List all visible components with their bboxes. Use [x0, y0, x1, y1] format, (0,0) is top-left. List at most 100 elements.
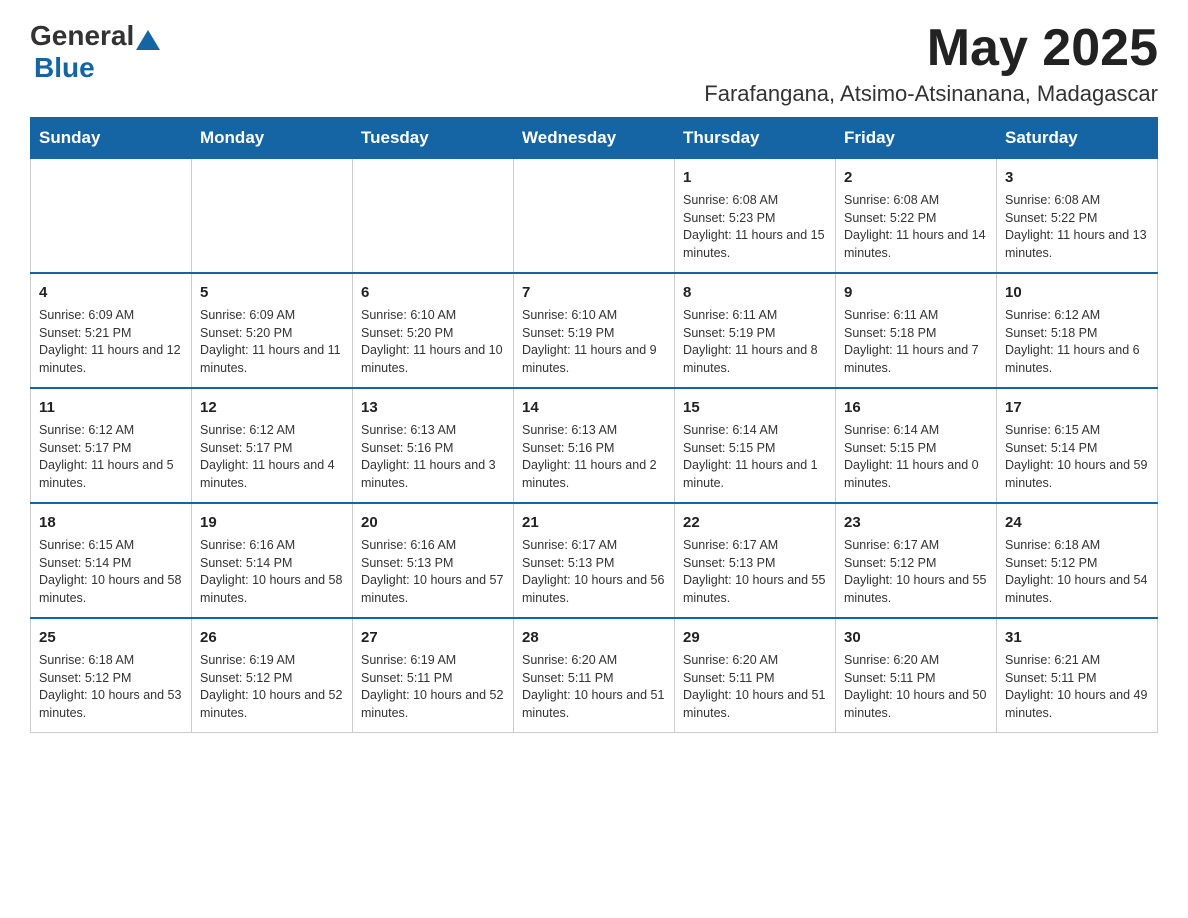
logo-flag-icon [136, 30, 160, 50]
day-number: 10 [1005, 282, 1149, 303]
calendar-cell [31, 159, 192, 274]
day-info: Sunrise: 6:08 AMSunset: 5:22 PMDaylight:… [844, 192, 988, 262]
day-info: Sunrise: 6:10 AMSunset: 5:19 PMDaylight:… [522, 307, 666, 377]
calendar-cell: 16Sunrise: 6:14 AMSunset: 5:15 PMDayligh… [836, 388, 997, 503]
day-info: Sunrise: 6:19 AMSunset: 5:11 PMDaylight:… [361, 652, 505, 722]
day-info: Sunrise: 6:11 AMSunset: 5:18 PMDaylight:… [844, 307, 988, 377]
day-info: Sunrise: 6:13 AMSunset: 5:16 PMDaylight:… [522, 422, 666, 492]
day-info: Sunrise: 6:21 AMSunset: 5:11 PMDaylight:… [1005, 652, 1149, 722]
week-row-2: 4Sunrise: 6:09 AMSunset: 5:21 PMDaylight… [31, 273, 1158, 388]
calendar-cell: 30 Sunrise: 6:20 AMSunset: 5:11 PMDayligh… [836, 618, 997, 733]
weekday-header-friday: Friday [836, 118, 997, 159]
logo-blue-text: Blue [34, 52, 95, 84]
day-info: Sunrise: 6:11 AMSunset: 5:19 PMDaylight:… [683, 307, 827, 377]
day-number: 20 [361, 512, 505, 533]
day-info: Sunrise: 6:18 AMSunset: 5:12 PMDaylight:… [39, 652, 183, 722]
day-number: 26 [200, 627, 344, 648]
day-number: 12 [200, 397, 344, 418]
weekday-header-row: SundayMondayTuesdayWednesdayThursdayFrid… [31, 118, 1158, 159]
calendar-cell: 7 Sunrise: 6:10 AMSunset: 5:19 PMDaylight… [514, 273, 675, 388]
day-number: 23 [844, 512, 988, 533]
day-number: 25 [39, 627, 183, 648]
header: General Blue May 2025 Farafangana, Atsim… [30, 20, 1158, 107]
calendar-cell: 14 Sunrise: 6:13 AMSunset: 5:16 PMDayligh… [514, 388, 675, 503]
logo-general-text: General [30, 20, 134, 52]
calendar-cell: 18 Sunrise: 6:15 AMSunset: 5:14 PMDayligh… [31, 503, 192, 618]
calendar-cell: 2 Sunrise: 6:08 AMSunset: 5:22 PMDaylight… [836, 159, 997, 274]
calendar-table: SundayMondayTuesdayWednesdayThursdayFrid… [30, 117, 1158, 733]
weekday-header-tuesday: Tuesday [353, 118, 514, 159]
calendar-cell: 23 Sunrise: 6:17 AMSunset: 5:12 PMDayligh… [836, 503, 997, 618]
calendar-cell: 28Sunrise: 6:20 AMSunset: 5:11 PMDayligh… [514, 618, 675, 733]
day-number: 16 [844, 397, 988, 418]
calendar-cell: 5 Sunrise: 6:09 AMSunset: 5:20 PMDaylight… [192, 273, 353, 388]
calendar-cell: 26 Sunrise: 6:19 AMSunset: 5:12 PMDayligh… [192, 618, 353, 733]
day-number: 2 [844, 167, 988, 188]
calendar-cell: 1 Sunrise: 6:08 AMSunset: 5:23 PMDaylight… [675, 159, 836, 274]
calendar-cell [192, 159, 353, 274]
day-info: Sunrise: 6:08 AMSunset: 5:23 PMDaylight:… [683, 192, 827, 262]
day-info: Sunrise: 6:17 AMSunset: 5:13 PMDaylight:… [522, 537, 666, 607]
calendar-cell: 31 Sunrise: 6:21 AMSunset: 5:11 PMDayligh… [997, 618, 1158, 733]
day-number: 9 [844, 282, 988, 303]
calendar-cell: 11Sunrise: 6:12 AMSunset: 5:17 PMDayligh… [31, 388, 192, 503]
day-info: Sunrise: 6:15 AMSunset: 5:14 PMDaylight:… [39, 537, 183, 607]
day-info: Sunrise: 6:16 AMSunset: 5:14 PMDaylight:… [200, 537, 344, 607]
weekday-header-thursday: Thursday [675, 118, 836, 159]
week-row-3: 11Sunrise: 6:12 AMSunset: 5:17 PMDayligh… [31, 388, 1158, 503]
day-info: Sunrise: 6:09 AMSunset: 5:20 PMDaylight:… [200, 307, 344, 377]
calendar-cell: 8 Sunrise: 6:11 AMSunset: 5:19 PMDaylight… [675, 273, 836, 388]
week-row-5: 25 Sunrise: 6:18 AMSunset: 5:12 PMDayligh… [31, 618, 1158, 733]
day-number: 30 [844, 627, 988, 648]
month-year-title: May 2025 [704, 20, 1158, 77]
day-number: 22 [683, 512, 827, 533]
calendar-cell: 13 Sunrise: 6:13 AMSunset: 5:16 PMDayligh… [353, 388, 514, 503]
calendar-cell [353, 159, 514, 274]
day-number: 31 [1005, 627, 1149, 648]
day-info: Sunrise: 6:20 AMSunset: 5:11 PMDaylight:… [844, 652, 988, 722]
calendar-cell: 6Sunrise: 6:10 AMSunset: 5:20 PMDaylight… [353, 273, 514, 388]
day-info: Sunrise: 6:20 AMSunset: 5:11 PMDaylight:… [683, 652, 827, 722]
day-number: 14 [522, 397, 666, 418]
calendar-cell: 22Sunrise: 6:17 AMSunset: 5:13 PMDayligh… [675, 503, 836, 618]
weekday-header-wednesday: Wednesday [514, 118, 675, 159]
day-info: Sunrise: 6:09 AMSunset: 5:21 PMDaylight:… [39, 307, 183, 377]
day-number: 18 [39, 512, 183, 533]
calendar-cell: 12Sunrise: 6:12 AMSunset: 5:17 PMDayligh… [192, 388, 353, 503]
day-number: 13 [361, 397, 505, 418]
day-number: 5 [200, 282, 344, 303]
location-subtitle: Farafangana, Atsimo-Atsinanana, Madagasc… [704, 81, 1158, 107]
calendar-cell: 29Sunrise: 6:20 AMSunset: 5:11 PMDayligh… [675, 618, 836, 733]
day-info: Sunrise: 6:15 AMSunset: 5:14 PMDaylight:… [1005, 422, 1149, 492]
calendar-cell: 4Sunrise: 6:09 AMSunset: 5:21 PMDaylight… [31, 273, 192, 388]
calendar-cell: 9 Sunrise: 6:11 AMSunset: 5:18 PMDaylight… [836, 273, 997, 388]
day-info: Sunrise: 6:17 AMSunset: 5:12 PMDaylight:… [844, 537, 988, 607]
calendar-cell: 20 Sunrise: 6:16 AMSunset: 5:13 PMDayligh… [353, 503, 514, 618]
day-info: Sunrise: 6:12 AMSunset: 5:17 PMDaylight:… [39, 422, 183, 492]
day-number: 6 [361, 282, 505, 303]
day-info: Sunrise: 6:19 AMSunset: 5:12 PMDaylight:… [200, 652, 344, 722]
calendar-cell: 10Sunrise: 6:12 AMSunset: 5:18 PMDayligh… [997, 273, 1158, 388]
day-number: 3 [1005, 167, 1149, 188]
day-info: Sunrise: 6:16 AMSunset: 5:13 PMDaylight:… [361, 537, 505, 607]
day-number: 1 [683, 167, 827, 188]
day-info: Sunrise: 6:18 AMSunset: 5:12 PMDaylight:… [1005, 537, 1149, 607]
calendar-cell: 27 Sunrise: 6:19 AMSunset: 5:11 PMDayligh… [353, 618, 514, 733]
calendar-cell: 3Sunrise: 6:08 AMSunset: 5:22 PMDaylight… [997, 159, 1158, 274]
week-row-1: 1 Sunrise: 6:08 AMSunset: 5:23 PMDaylight… [31, 159, 1158, 274]
day-number: 7 [522, 282, 666, 303]
week-row-4: 18 Sunrise: 6:15 AMSunset: 5:14 PMDayligh… [31, 503, 1158, 618]
day-number: 28 [522, 627, 666, 648]
weekday-header-saturday: Saturday [997, 118, 1158, 159]
day-info: Sunrise: 6:13 AMSunset: 5:16 PMDaylight:… [361, 422, 505, 492]
day-number: 27 [361, 627, 505, 648]
calendar-cell: 17Sunrise: 6:15 AMSunset: 5:14 PMDayligh… [997, 388, 1158, 503]
day-number: 19 [200, 512, 344, 533]
calendar-cell: 19 Sunrise: 6:16 AMSunset: 5:14 PMDayligh… [192, 503, 353, 618]
calendar-cell: 21Sunrise: 6:17 AMSunset: 5:13 PMDayligh… [514, 503, 675, 618]
calendar-cell: 24Sunrise: 6:18 AMSunset: 5:12 PMDayligh… [997, 503, 1158, 618]
day-info: Sunrise: 6:14 AMSunset: 5:15 PMDaylight:… [683, 422, 827, 492]
weekday-header-sunday: Sunday [31, 118, 192, 159]
day-number: 8 [683, 282, 827, 303]
calendar-cell: 25 Sunrise: 6:18 AMSunset: 5:12 PMDayligh… [31, 618, 192, 733]
